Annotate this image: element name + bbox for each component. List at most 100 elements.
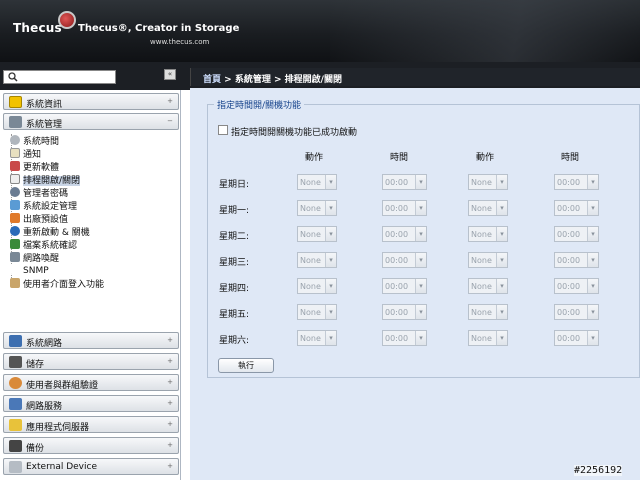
time-1-select[interactable]: 00:00 ▾ [382, 278, 427, 294]
sidebar-item-factory-default[interactable]: 出廠預設值 [10, 212, 68, 225]
item-label: 使用者介面登入功能 [23, 280, 105, 290]
time-2-select[interactable]: 00:00 ▾ [554, 330, 599, 346]
select-value: None [471, 204, 492, 213]
section-label: 備份 [26, 444, 45, 454]
power-icon [10, 226, 20, 236]
header-decoration [330, 0, 640, 62]
day-label: 星期三: [219, 258, 250, 268]
sidebar-item-reboot-shutdown[interactable]: 重新啟動 & 關機 [10, 225, 90, 238]
action-2-select[interactable]: None ▾ [468, 174, 508, 190]
collapse-sidebar-button[interactable]: « [164, 69, 176, 80]
chevron-down-icon: ▾ [325, 175, 336, 189]
time-2-select[interactable]: 00:00 ▾ [554, 252, 599, 268]
action-1-select[interactable]: None ▾ [297, 304, 337, 320]
sidebar-item-admin-password[interactable]: 管理者密碼 [10, 186, 68, 199]
services-icon [9, 398, 22, 410]
chevron-down-icon: ▾ [415, 227, 426, 241]
enable-schedule-checkbox[interactable] [218, 125, 228, 135]
action-2-select[interactable]: None ▾ [468, 304, 508, 320]
section-label: 應用程式伺服器 [26, 423, 90, 433]
schedule-icon [10, 174, 20, 184]
sidebar-item-notification[interactable]: 通知 [10, 147, 42, 160]
time-2-select[interactable]: 00:00 ▾ [554, 200, 599, 216]
time-2-select[interactable]: 00:00 ▾ [554, 226, 599, 242]
time-2-select[interactable]: 00:00 ▾ [554, 278, 599, 294]
chevron-down-icon: ▾ [325, 227, 336, 241]
sidebar-item-ui-login[interactable]: 使用者介面登入功能 [10, 277, 105, 290]
action-1-select[interactable]: None ▾ [297, 174, 337, 190]
action-2-select[interactable]: None ▾ [468, 330, 508, 346]
sidebar-section-system-info[interactable]: 系統資訊 + [3, 93, 179, 110]
breadcrumb-home[interactable]: 首頁 [203, 75, 221, 85]
time-1-select[interactable]: 00:00 ▾ [382, 330, 427, 346]
select-value: 00:00 [557, 308, 581, 317]
sidebar-item-filesystem-check[interactable]: 檔案系統確認 [10, 238, 78, 251]
time-2-select[interactable]: 00:00 ▾ [554, 304, 599, 320]
item-label: 檔案系統確認 [23, 241, 78, 251]
section-label: 系統網路 [26, 339, 63, 349]
select-value: 00:00 [385, 204, 409, 213]
column-header-time-1: 時間 [390, 153, 409, 163]
sidebar-section-system-management[interactable]: 系統管理 − [3, 113, 179, 130]
users-icon [9, 377, 22, 389]
select-value: None [300, 282, 321, 291]
expand-icon: + [167, 420, 173, 428]
chevron-down-icon: ▾ [587, 201, 598, 215]
time-1-select[interactable]: 00:00 ▾ [382, 200, 427, 216]
sidebar-item-wake-on-lan[interactable]: 網路喚醒 [10, 251, 59, 264]
action-1-select[interactable]: None ▾ [297, 226, 337, 242]
select-value: 00:00 [385, 308, 409, 317]
time-1-select[interactable]: 00:00 ▾ [382, 252, 427, 268]
sidebar-item-schedule-power[interactable]: 排程開啟/關閉 [10, 173, 81, 186]
chevron-down-icon: ▾ [415, 331, 426, 345]
fieldset-legend: 指定時間開/關機功能 [214, 98, 305, 111]
search-input[interactable] [3, 70, 116, 84]
chevron-down-icon: ▾ [587, 331, 598, 345]
chevron-down-icon: ▾ [415, 305, 426, 319]
action-2-select[interactable]: None ▾ [468, 226, 508, 242]
filesystem-icon [10, 239, 20, 249]
time-2-select[interactable]: 00:00 ▾ [554, 174, 599, 190]
sidebar-item-snmp[interactable]: SNMP [10, 264, 49, 276]
sidebar-section-app-server[interactable]: 應用程式伺服器 + [3, 416, 179, 433]
update-icon [10, 161, 20, 171]
action-1-select[interactable]: None ▾ [297, 252, 337, 268]
enable-schedule-label: 指定時間開關機功能已成功啟動 [231, 128, 358, 138]
expand-icon: + [167, 462, 173, 470]
sidebar-section-storage[interactable]: 儲存 + [3, 353, 179, 370]
sidebar-section-network-services[interactable]: 網路服務 + [3, 395, 179, 412]
section-label: 系統資訊 [26, 100, 63, 110]
action-2-select[interactable]: None ▾ [468, 200, 508, 216]
sidebar-section-backup[interactable]: 備份 + [3, 437, 179, 454]
action-2-select[interactable]: None ▾ [468, 252, 508, 268]
time-1-select[interactable]: 00:00 ▾ [382, 174, 427, 190]
item-label: 通知 [23, 150, 42, 160]
select-value: 00:00 [557, 204, 581, 213]
time-1-select[interactable]: 00:00 ▾ [382, 226, 427, 242]
sidebar-item-config-management[interactable]: 系統設定管理 [10, 199, 77, 212]
breadcrumb-level1[interactable]: 系統管理 [235, 75, 271, 85]
action-2-select[interactable]: None ▾ [468, 278, 508, 294]
expand-icon: + [167, 357, 173, 365]
chevron-down-icon: ▾ [587, 175, 598, 189]
sidebar-item-firmware-update[interactable]: 更新軟體 [10, 160, 59, 173]
sidebar-item-system-time[interactable]: 系統時間 [10, 134, 59, 147]
column-header-action-2: 動作 [476, 153, 495, 163]
expand-icon: + [167, 97, 173, 105]
action-1-select[interactable]: None ▾ [297, 200, 337, 216]
sidebar-section-external-device[interactable]: External Device + [3, 458, 179, 475]
action-1-select[interactable]: None ▾ [297, 330, 337, 346]
chevron-down-icon: ▾ [496, 331, 507, 345]
apply-button[interactable]: 執行 [218, 358, 274, 373]
expand-icon: + [167, 441, 173, 449]
section-label: 系統管理 [26, 120, 63, 130]
sidebar-section-network[interactable]: 系統網路 + [3, 332, 179, 349]
expand-icon: + [167, 399, 173, 407]
network-icon [9, 335, 22, 347]
select-value: 00:00 [557, 256, 581, 265]
select-value: None [471, 308, 492, 317]
action-1-select[interactable]: None ▾ [297, 278, 337, 294]
sidebar-section-users-groups[interactable]: 使用者與群組驗證 + [3, 374, 179, 391]
column-header-action-1: 動作 [305, 153, 324, 163]
time-1-select[interactable]: 00:00 ▾ [382, 304, 427, 320]
